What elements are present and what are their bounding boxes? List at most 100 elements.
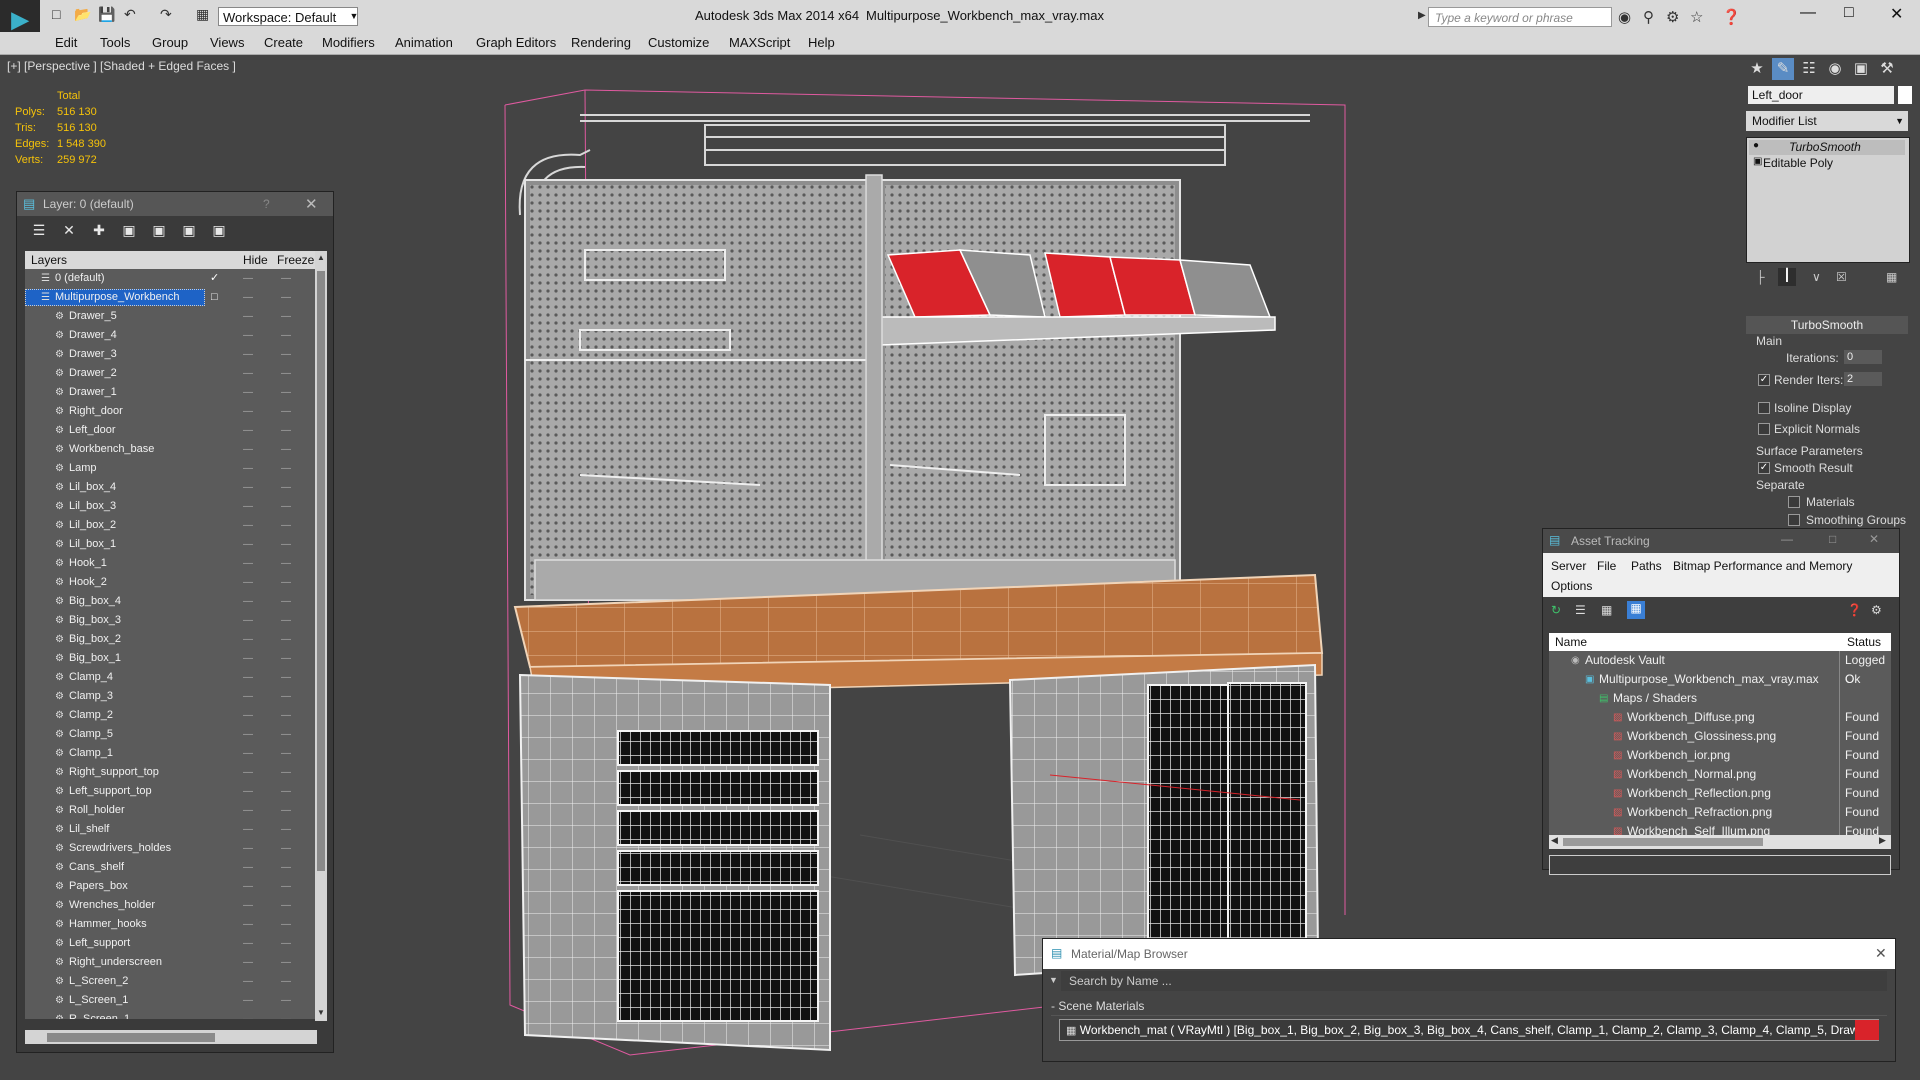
freeze-toggle[interactable]: — [281,345,291,364]
layer-row[interactable]: ☰ 0 (default) ✓ — — [25,269,315,288]
scroll-thumb[interactable] [1563,838,1763,846]
freeze-toggle[interactable]: — [281,592,291,611]
hide-toggle[interactable]: — [243,858,253,877]
asset-tracking-titlebar[interactable]: ▤ Asset Tracking — □ ✕ [1543,529,1899,553]
hide-toggle[interactable]: — [243,288,253,307]
list-view-icon[interactable]: ☰ [1575,603,1586,617]
hide-toggle[interactable]: — [243,649,253,668]
hide-toggle[interactable]: — [243,459,253,478]
stack-item-turbosmooth[interactable]: ● TurboSmooth [1749,140,1905,155]
layer-vertical-scrollbar[interactable]: ▲ ▼ [315,251,327,1021]
undo-icon[interactable]: ↶ [124,6,136,23]
chevron-down-icon[interactable]: ▼ [1895,111,1904,131]
menu-maxscript[interactable]: MAXScript [729,35,790,50]
layer-row[interactable]: ⚙ Drawer_3 — — [25,345,315,364]
menu-file[interactable]: File [1597,559,1616,573]
hide-toggle[interactable]: — [243,801,253,820]
freeze-toggle[interactable]: — [281,991,291,1010]
close-icon[interactable]: ✕ [1875,945,1887,962]
freeze-toggle[interactable]: — [281,706,291,725]
hide-toggle[interactable]: — [243,991,253,1010]
asset-row[interactable]: ▣ Multipurpose_Workbench_max_vray.max Ok [1549,670,1891,689]
minimize-icon[interactable]: — [1781,532,1793,546]
freeze-toggle[interactable]: — [281,687,291,706]
expand-search-icon[interactable]: ▶ [1418,10,1426,21]
asset-horizontal-scrollbar[interactable]: ◀ ▶ [1549,835,1891,849]
freeze-toggle[interactable]: — [281,630,291,649]
smooth-result-checkbox[interactable]: ✓ [1758,462,1770,474]
isoline-checkbox[interactable] [1758,402,1770,414]
iterations-spinner[interactable]: 0 [1844,350,1882,364]
configure-sets-icon[interactable]: ▦ [1886,270,1897,284]
col-freeze[interactable]: Freeze [277,253,314,267]
redo-icon[interactable]: ↷ [160,6,172,23]
freeze-toggle[interactable]: — [281,535,291,554]
menu-rendering[interactable]: Rendering [571,35,631,50]
freeze-toggle[interactable]: — [281,573,291,592]
layer-horizontal-thumb[interactable] [47,1033,215,1042]
make-unique-icon[interactable]: ∨ [1812,270,1821,284]
hide-toggle[interactable]: — [243,345,253,364]
modifier-list-dropdown[interactable]: Modifier List ▼ [1746,111,1908,131]
layer-row[interactable]: ⚙ Clamp_1 — — [25,744,315,763]
help-icon[interactable]: ❓ [1847,603,1862,617]
create-tab-icon[interactable]: ★ [1746,58,1768,80]
layer-row[interactable]: ⚙ Big_box_2 — — [25,630,315,649]
menu-help[interactable]: Help [808,35,835,50]
freeze-toggle[interactable]: — [281,725,291,744]
freeze-toggle[interactable]: — [281,896,291,915]
hide-toggle[interactable]: — [243,706,253,725]
asset-row[interactable]: ▨ Workbench_Refraction.png Found [1549,803,1891,822]
hide-toggle[interactable]: — [243,421,253,440]
freeze-toggle[interactable]: — [281,440,291,459]
asset-row[interactable]: ▨ Workbench_Reflection.png Found [1549,784,1891,803]
utilities-tab-icon[interactable]: ⚒ [1876,58,1898,80]
hide-toggle[interactable]: — [243,554,253,573]
delete-layer-icon[interactable]: ✕ [61,222,77,238]
close-icon[interactable]: ✕ [1869,532,1879,546]
object-color-swatch[interactable] [1898,86,1912,104]
asset-path-field[interactable] [1549,855,1891,875]
asset-row[interactable]: ▨ Workbench_Normal.png Found [1549,765,1891,784]
layer-row[interactable]: ⚙ Lil_shelf — — [25,820,315,839]
hierarchy-tab-icon[interactable]: ☷ [1798,58,1820,80]
layer-row[interactable]: ⚙ Screwdrivers_holdes — — [25,839,315,858]
layer-row[interactable]: ⚙ Clamp_2 — — [25,706,315,725]
open-file-icon[interactable]: 📂 [74,6,91,23]
hide-toggle[interactable]: — [243,326,253,345]
hide-toggle[interactable]: — [243,611,253,630]
close-icon[interactable]: ✕ [1890,4,1903,24]
object-name-field[interactable]: Left_door [1748,86,1894,104]
help-icon[interactable]: ? [263,197,270,211]
menu-graph-editors[interactable]: Graph Editors [476,35,556,50]
render-iters-checkbox[interactable]: ✓ [1758,374,1770,386]
hide-toggle[interactable]: — [243,1010,253,1019]
binoculars-icon[interactable]: ◉ [1618,8,1631,26]
hide-toggle[interactable]: — [243,440,253,459]
smoothing-groups-checkbox[interactable] [1788,514,1800,526]
menu-views[interactable]: Views [210,35,244,50]
freeze-toggle[interactable]: — [281,288,291,307]
materials-checkbox[interactable] [1788,496,1800,508]
minimize-icon[interactable]: — [1800,4,1816,22]
asset-table[interactable]: Name Status ◉ Autodesk Vault Logged O ▣ Mult… [1549,633,1891,835]
motion-tab-icon[interactable]: ◉ [1824,58,1846,80]
freeze-toggle[interactable]: — [281,364,291,383]
material-item-workbench[interactable]: ▦ Workbench_mat ( VRayMtl ) [Big_box_1, … [1059,1019,1879,1041]
layer-row[interactable]: ⚙ Roll_holder — — [25,801,315,820]
hide-toggle[interactable]: — [243,497,253,516]
freeze-toggle[interactable]: — [281,478,291,497]
asset-row[interactable]: ▨ Workbench_Diffuse.png Found [1549,708,1891,727]
layer-row[interactable]: ⚙ Wrenches_holder — — [25,896,315,915]
menu-animation[interactable]: Animation [395,35,453,50]
hide-toggle[interactable]: — [243,972,253,991]
close-icon[interactable]: ✕ [305,195,318,213]
layer-row[interactable]: ⚙ Hook_2 — — [25,573,315,592]
layer-row[interactable]: ⚙ Drawer_1 — — [25,383,315,402]
viewport-label[interactable]: [+] [Perspective ] [Shaded + Edged Faces… [7,59,236,73]
layer-row[interactable]: ⚙ Lamp — — [25,459,315,478]
thumbnail-view-icon[interactable]: ▦ [1601,603,1612,617]
freeze-toggle[interactable]: — [281,953,291,972]
layer-row[interactable]: ⚙ Workbench_base — — [25,440,315,459]
material-browser-titlebar[interactable]: ▤ Material/Map Browser ✕ [1043,939,1895,969]
